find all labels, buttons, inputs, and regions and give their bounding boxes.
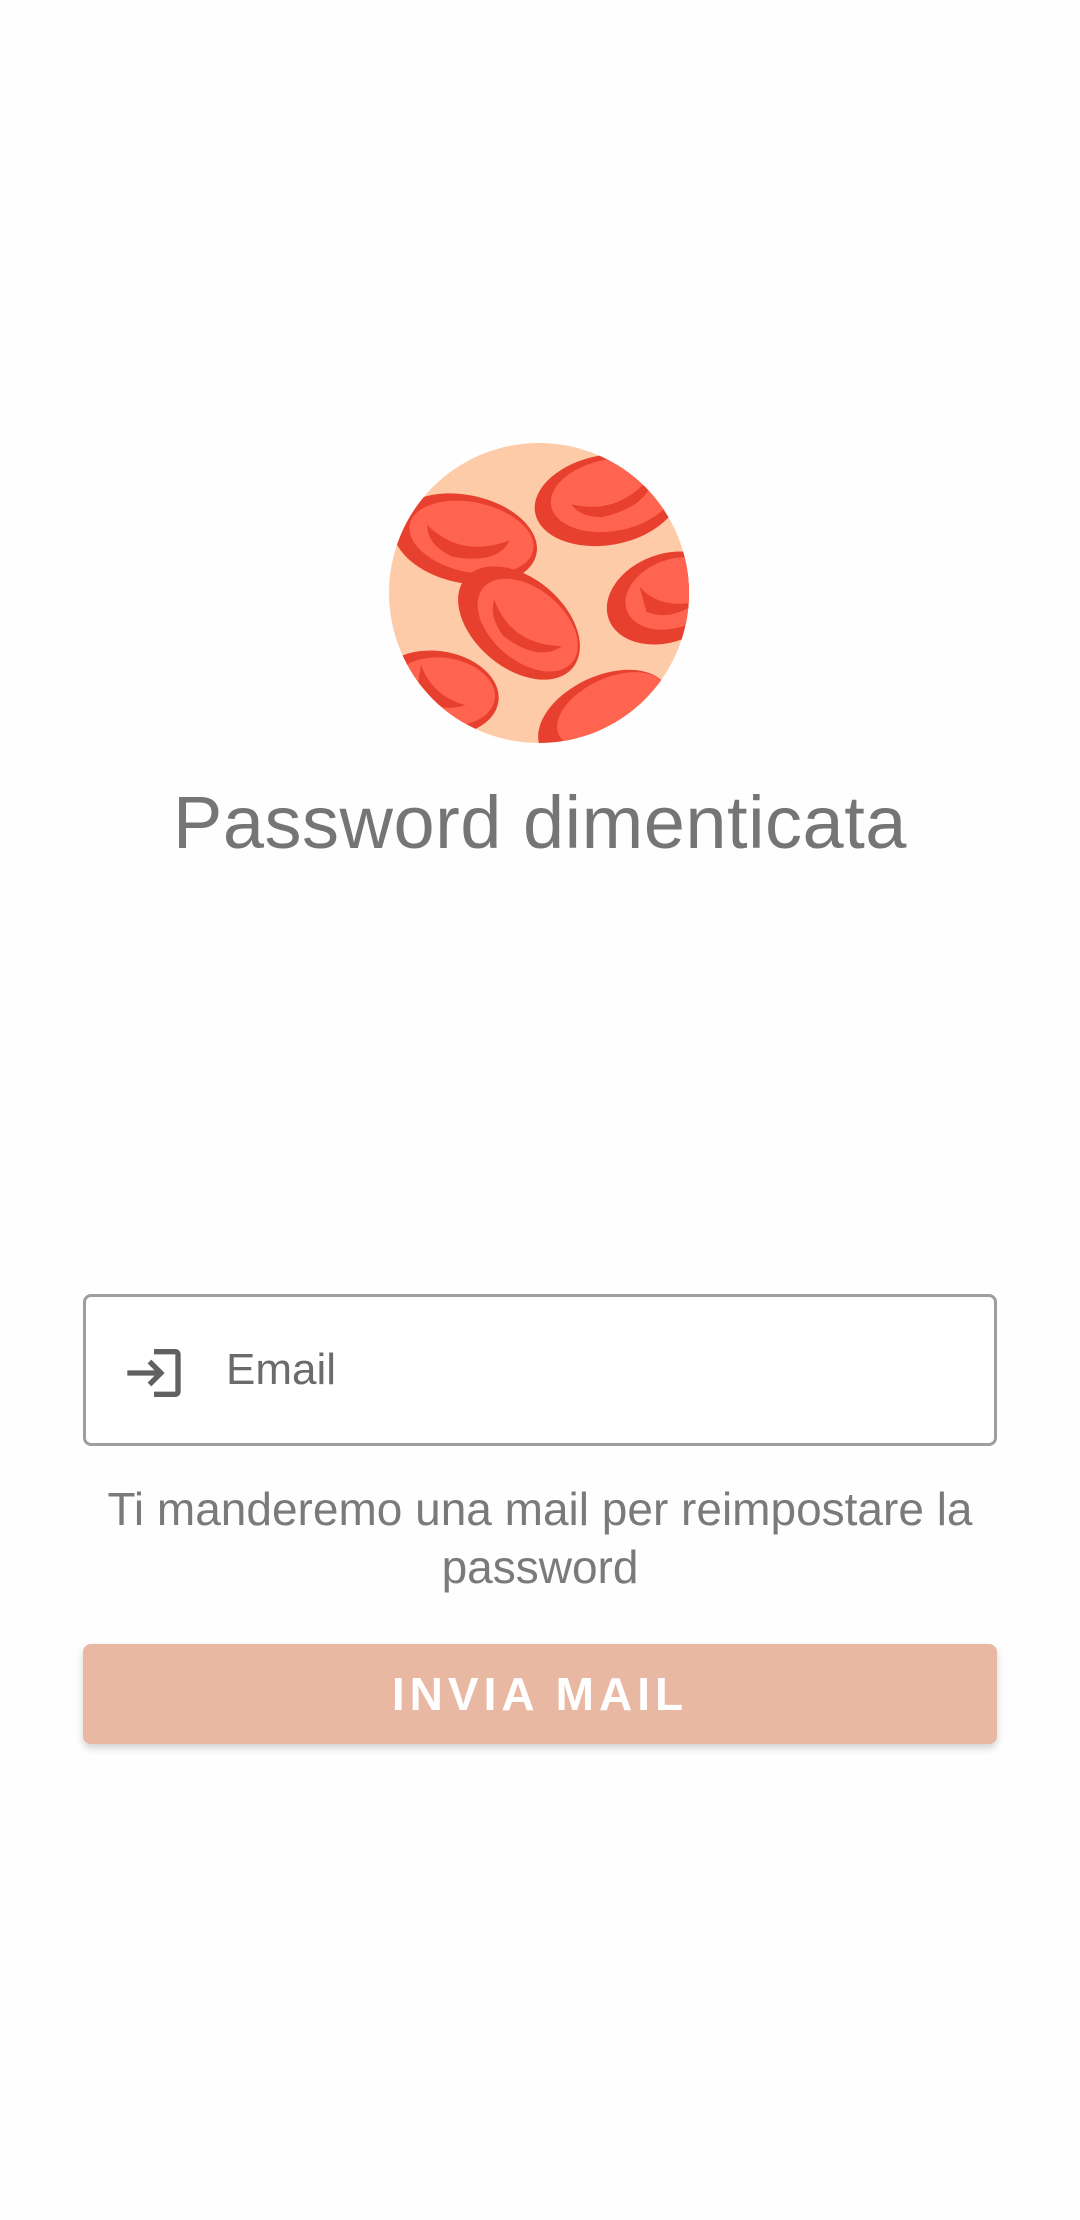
email-input[interactable] [226,1297,966,1443]
page-title: Password dimenticata [173,781,907,864]
login-arrow-icon [127,1349,181,1397]
email-field[interactable] [83,1294,997,1446]
helper-text: Ti manderemo una mail per reimpostare la… [107,1483,973,1593]
app-logo [389,443,689,743]
send-mail-button[interactable]: INVIA MAIL [83,1644,997,1744]
red-blood-cells-icon [389,443,689,743]
